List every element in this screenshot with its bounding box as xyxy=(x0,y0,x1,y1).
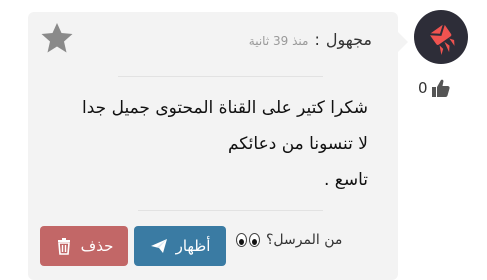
author-separator: : xyxy=(314,30,320,49)
thumbs-up-icon[interactable] xyxy=(431,78,451,98)
author-name: مجهول xyxy=(325,30,372,49)
comment-line: لا تنسونا من دعائكم xyxy=(227,134,368,154)
comment-header: مجهول : منذ 39 ثانية xyxy=(249,30,372,49)
delete-button[interactable]: حذف xyxy=(40,226,128,266)
trash-icon xyxy=(55,237,73,255)
paper-plane-icon xyxy=(150,237,168,255)
sender-query[interactable]: من المرسل؟ xyxy=(236,232,342,248)
avatar[interactable] xyxy=(414,10,468,64)
like-control[interactable]: 0 xyxy=(418,78,451,98)
delete-button-label: حذف xyxy=(80,237,114,255)
show-button[interactable]: أظهار xyxy=(134,226,226,266)
comment-line: شكرا كتير على القناة المحتوى جميل جدا xyxy=(82,98,368,118)
divider xyxy=(118,76,323,77)
divider xyxy=(138,210,323,211)
comment-line: تاسع . xyxy=(323,170,368,190)
eyes-icon xyxy=(236,233,260,247)
like-count: 0 xyxy=(418,79,428,97)
rocket-logo-icon xyxy=(429,23,455,56)
show-button-label: أظهار xyxy=(175,237,211,255)
star-icon[interactable] xyxy=(40,22,74,54)
comment-body: شكرا كتير على القناة المحتوى جميل جدا لا… xyxy=(38,90,368,198)
comment-timestamp: منذ 39 ثانية xyxy=(248,34,309,48)
sender-label: من المرسل؟ xyxy=(266,232,343,248)
